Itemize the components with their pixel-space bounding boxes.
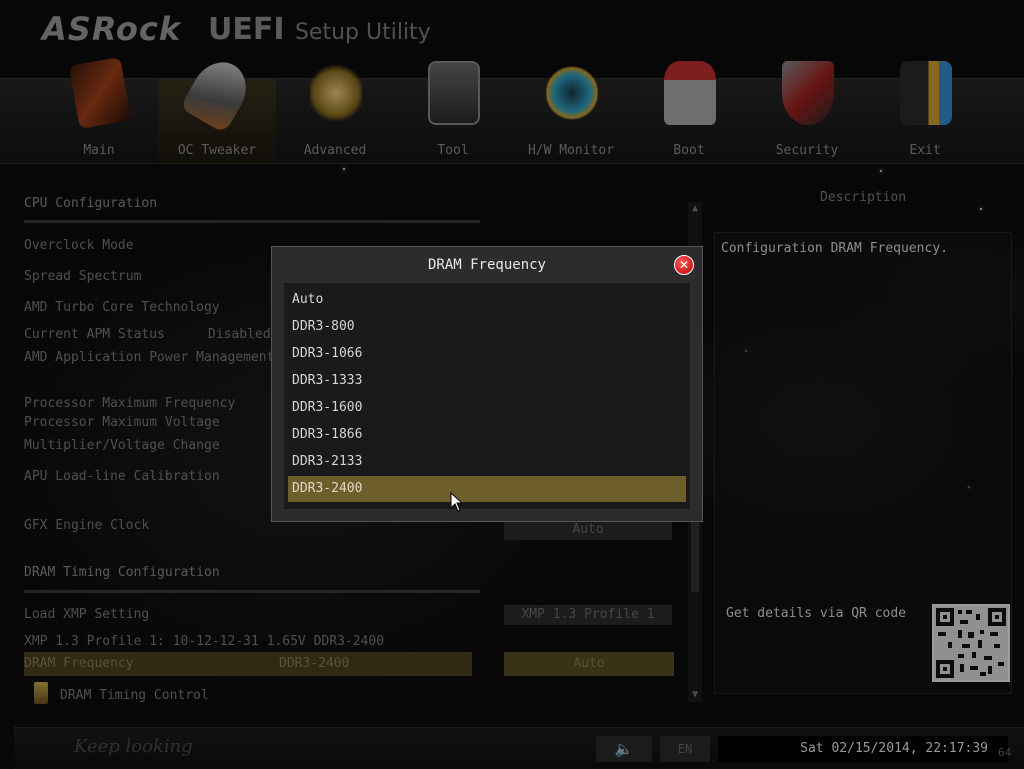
close-icon: ✕: [678, 258, 690, 272]
option-ddr3-1600[interactable]: DDR3-1600: [288, 395, 686, 421]
option-ddr3-2400[interactable]: DDR3-2400: [288, 476, 686, 502]
option-ddr3-1333[interactable]: DDR3-1333: [288, 368, 686, 394]
dialog-title: DRAM Frequency: [427, 257, 546, 273]
option-ddr3-1866[interactable]: DDR3-1866: [288, 422, 686, 448]
close-button[interactable]: ✕: [674, 255, 694, 275]
frequency-option-list: Auto DDR3-800 DDR3-1066 DDR3-1333 DDR3-1…: [284, 283, 690, 509]
option-auto[interactable]: Auto: [288, 287, 686, 313]
option-ddr3-800[interactable]: DDR3-800: [288, 314, 686, 340]
option-ddr3-1066[interactable]: DDR3-1066: [288, 341, 686, 367]
option-ddr3-2133[interactable]: DDR3-2133: [288, 449, 686, 475]
dram-frequency-dialog: DRAM Frequency ✕ Auto DDR3-800 DDR3-1066…: [271, 246, 703, 522]
mouse-cursor-icon: [450, 492, 464, 512]
